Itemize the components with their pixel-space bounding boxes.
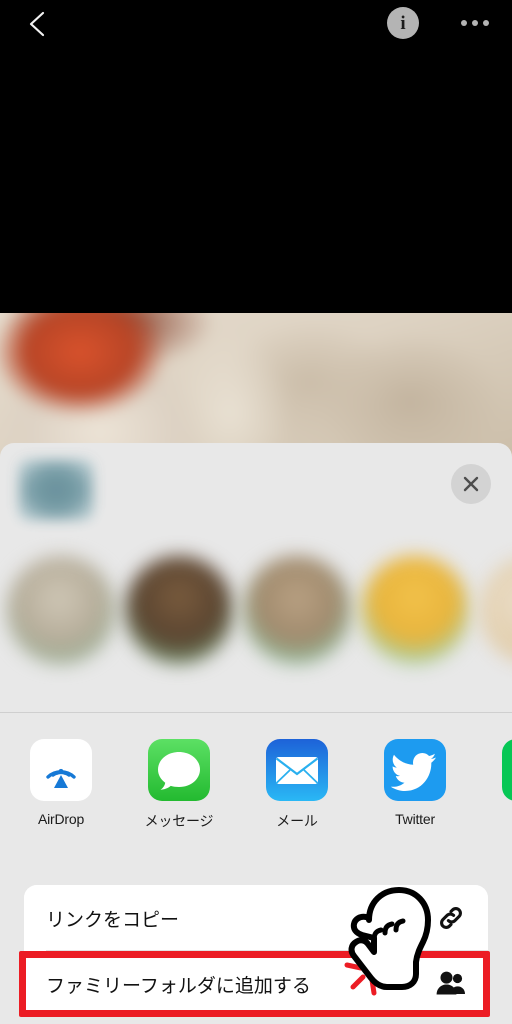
ellipsis-icon xyxy=(461,20,467,26)
twitter-icon xyxy=(384,739,446,801)
top-bar: i xyxy=(0,0,512,48)
share-target-label: AirDrop xyxy=(37,811,85,827)
link-icon xyxy=(436,903,466,933)
close-icon xyxy=(463,476,479,492)
share-target-line[interactable] xyxy=(495,739,512,811)
action-label: ファミリーフォルダに追加する xyxy=(46,975,311,997)
info-button[interactable]: i xyxy=(387,7,419,39)
share-sheet: AirDrop メッセージ メール Twitter リンクをコピー ファミリーフ… xyxy=(0,443,512,1024)
contact-suggestions-row xyxy=(0,538,512,713)
contact-avatar-3[interactable] xyxy=(243,556,351,664)
share-apps-row: AirDrop メッセージ メール Twitter xyxy=(0,715,512,857)
info-icon: i xyxy=(400,12,406,34)
back-button[interactable] xyxy=(18,4,58,44)
share-target-label: メール xyxy=(276,813,318,829)
ellipsis-icon xyxy=(483,20,489,26)
share-target-label: メッセージ xyxy=(144,813,214,829)
action-copy-link[interactable]: リンクをコピー xyxy=(24,885,488,951)
share-target-messages[interactable]: メッセージ xyxy=(141,739,217,831)
close-button[interactable] xyxy=(451,464,491,504)
line-icon xyxy=(502,739,512,801)
contact-avatar-5[interactable] xyxy=(479,556,512,664)
more-options-button[interactable] xyxy=(455,8,495,38)
share-target-twitter[interactable]: Twitter xyxy=(377,739,453,827)
share-actions-card: リンクをコピー ファミリーフォルダに追加する xyxy=(24,885,488,1017)
contact-avatar-2[interactable] xyxy=(125,556,233,664)
contact-avatar-4[interactable] xyxy=(361,556,469,664)
share-target-label: Twitter xyxy=(395,811,435,827)
phone-screen: i AirDrop メッセージ メール Twitter リンクをコピー ファミリ… xyxy=(0,0,512,1024)
people-icon xyxy=(436,969,466,999)
sheet-divider xyxy=(0,712,512,713)
messages-icon xyxy=(148,739,210,801)
share-preview-thumbnail xyxy=(18,459,94,521)
share-target-mail[interactable]: メール xyxy=(259,739,335,831)
share-target-airdrop[interactable]: AirDrop xyxy=(23,739,99,827)
airdrop-icon xyxy=(30,739,92,801)
mail-icon xyxy=(266,739,328,801)
share-sheet-header xyxy=(0,443,512,538)
action-label: リンクをコピー xyxy=(46,909,180,931)
ellipsis-icon xyxy=(472,20,478,26)
contact-avatar-1[interactable] xyxy=(7,556,115,664)
action-add-to-family-folder[interactable]: ファミリーフォルダに追加する xyxy=(24,951,488,1017)
chevron-left-icon xyxy=(29,11,45,37)
